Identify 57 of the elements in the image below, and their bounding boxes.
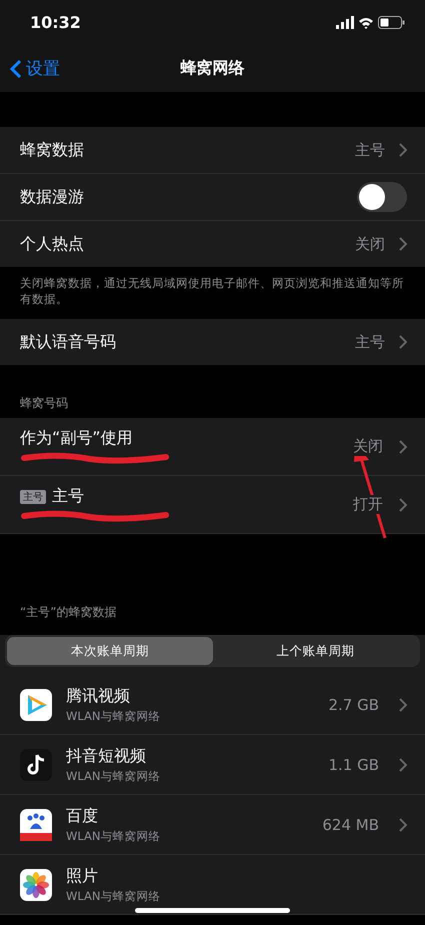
paw-icon <box>20 808 52 841</box>
app-row[interactable]: 腾讯视频 WLAN与蜂窝网络 2.7 GB <box>0 675 425 736</box>
chevron-right-icon <box>399 335 407 350</box>
segment-tab[interactable]: 上个账单周期 <box>212 637 418 666</box>
segment-tab[interactable]: 本次账单周期 <box>7 637 212 666</box>
app-name: 抖音短视频 <box>66 746 147 767</box>
row-label: 蜂窝数据 <box>20 140 85 160</box>
chevron-right-icon <box>399 237 407 251</box>
row-label: 默认语音号码 <box>20 332 117 353</box>
chevron-left-icon <box>10 58 22 78</box>
sim-row[interactable]: 作为“副号”使用 关闭 <box>0 418 425 476</box>
row-label: 数据漫游 <box>20 186 85 208</box>
music-note-icon <box>20 748 52 781</box>
row-value: 关闭 <box>355 234 385 254</box>
chevron-right-icon <box>399 698 407 712</box>
app-row[interactable]: 抖音短视频 WLAN与蜂窝网络 1.1 GB <box>0 735 425 796</box>
status-time: 10:32 <box>30 13 81 32</box>
sim-badge: 主号 <box>20 490 46 504</box>
row-label: 个人热点 <box>20 234 85 254</box>
app-row[interactable]: 百度 WLAN与蜂窝网络 624 MB <box>0 795 425 856</box>
section-header: 蜂窝号码 <box>19 395 69 412</box>
app-name: 腾讯视频 <box>66 686 131 707</box>
app-subtitle: WLAN与蜂窝网络 <box>66 888 162 904</box>
back-button[interactable]: 设置 <box>0 57 70 80</box>
settings-row[interactable]: 数据漫游 <box>0 174 425 221</box>
chevron-right-icon <box>399 758 407 772</box>
row-value: 主号 <box>355 140 385 160</box>
flower-icon <box>20 868 52 901</box>
settings-row[interactable]: 蜂窝数据 主号 <box>0 127 425 174</box>
data-usage: 1.1 GB <box>328 756 379 774</box>
chevron-right-icon <box>399 143 407 157</box>
section-header: “主号”的蜂窝数据 <box>19 604 118 622</box>
sim-row[interactable]: 主号 主号 打开 <box>0 476 425 534</box>
chevron-right-icon <box>399 440 407 454</box>
wifi-icon <box>359 16 373 29</box>
page-title: 蜂窝网络 <box>180 58 244 79</box>
data-usage: 624 MB <box>322 816 379 834</box>
app-subtitle: WLAN与蜂窝网络 <box>66 708 162 724</box>
play-icon <box>20 688 52 721</box>
row-value: 打开 <box>351 495 385 514</box>
settings-row[interactable]: 默认语音号码 主号 <box>0 319 425 366</box>
row-label: 主号 <box>52 486 84 508</box>
signal-icon <box>336 16 354 29</box>
row-value: 主号 <box>355 332 385 352</box>
app-subtitle: WLAN与蜂窝网络 <box>66 828 162 844</box>
app-name: 百度 <box>66 806 99 827</box>
chevron-right-icon <box>399 818 407 832</box>
row-label: 作为“副号”使用 <box>20 428 133 450</box>
battery-icon <box>378 16 405 29</box>
app-name: 照片 <box>66 866 99 887</box>
chevron-right-icon <box>399 498 407 512</box>
toggle-switch[interactable] <box>357 182 407 212</box>
data-usage: 2.7 GB <box>328 696 379 714</box>
row-value: 关闭 <box>351 437 385 456</box>
app-subtitle: WLAN与蜂窝网络 <box>66 768 162 784</box>
settings-row[interactable]: 个人热点 关闭 <box>0 221 425 267</box>
footer-note: 关闭蜂窝数据，通过无线局域网使用电子邮件、网页浏览和推送通知等所有数据。 <box>19 275 405 308</box>
